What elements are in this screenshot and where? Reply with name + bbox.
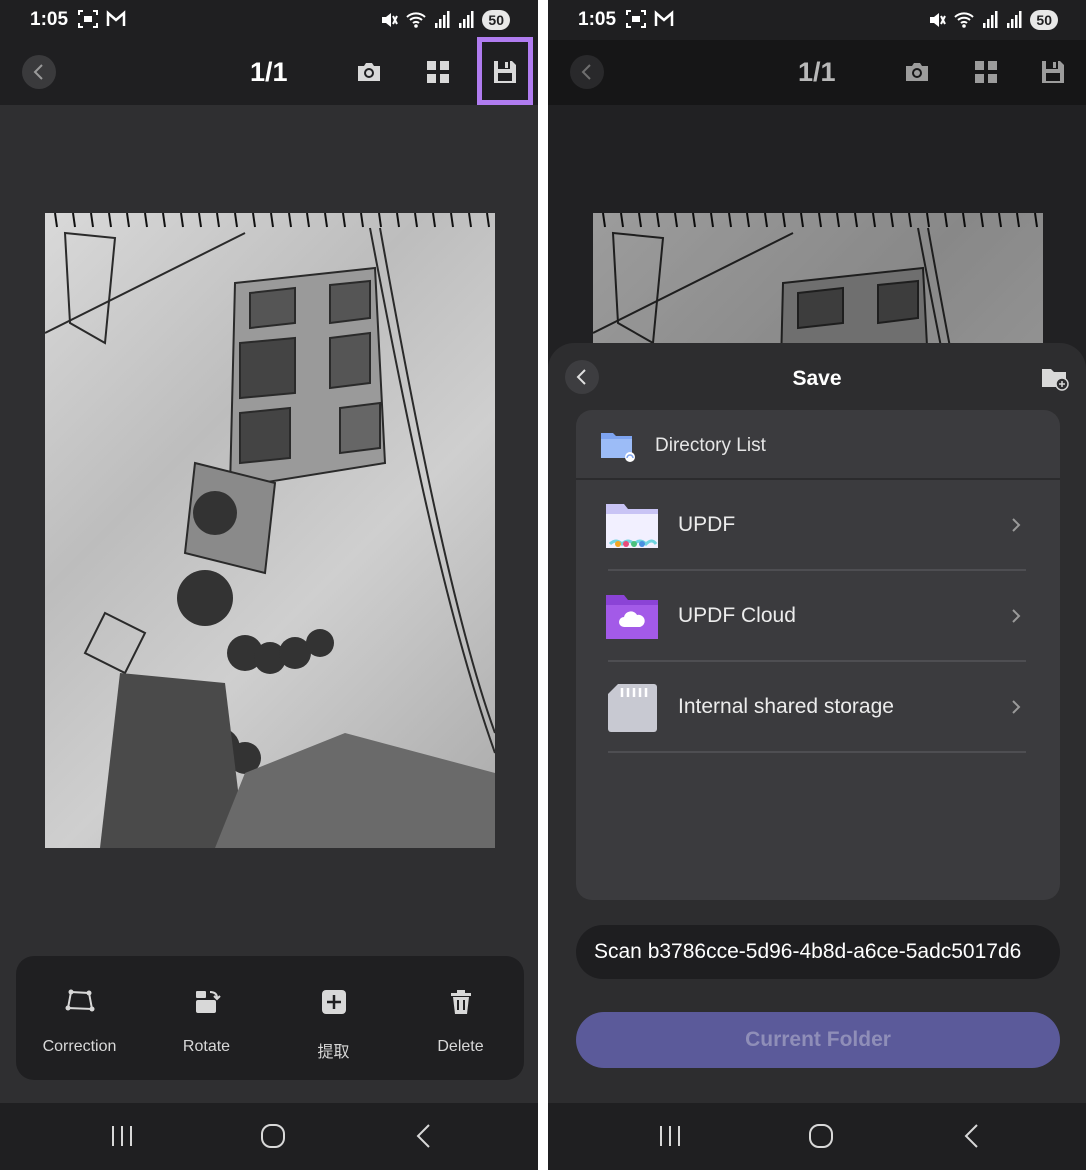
save-bottom-sheet: Save Directory List UPDF UPDF Cloud Inte… (548, 343, 1086, 1103)
screenshot-icon (78, 10, 98, 28)
sheet-title: Save (792, 367, 842, 390)
directory-row-updf-cloud[interactable]: UPDF Cloud (606, 571, 1026, 662)
chevron-right-icon (1012, 700, 1021, 714)
mute-icon (382, 13, 399, 27)
trash-icon (450, 990, 471, 1014)
nav-back-icon[interactable] (962, 1123, 982, 1149)
gmail-icon (654, 10, 674, 26)
extract-button[interactable]: 提取 (270, 956, 397, 1080)
chevron-right-icon (1012, 609, 1021, 623)
add-page-icon (321, 990, 346, 1014)
sketch-drawing-image (45, 213, 495, 848)
back-button[interactable] (22, 55, 56, 89)
recents-icon[interactable] (110, 1123, 134, 1149)
signal-icon (435, 11, 450, 28)
delete-label: Delete (437, 1038, 484, 1055)
cloud-folder-icon (606, 595, 658, 639)
signal-icon (983, 11, 998, 28)
nav-back-icon[interactable] (414, 1123, 434, 1149)
system-nav-bar (0, 1103, 538, 1170)
status-time: 1:05 (578, 9, 617, 30)
directory-list-label: Directory List (655, 435, 766, 456)
new-folder-icon[interactable] (1040, 365, 1070, 391)
filename-input[interactable]: Scan b3786cce-5d96-4b8d-a6ce-5adc5017d6 (576, 925, 1060, 979)
rotate-label: Rotate (182, 1038, 231, 1055)
gmail-icon (106, 10, 126, 26)
directory-row-label: Internal shared storage (678, 695, 894, 718)
correction-button[interactable]: Correction (16, 956, 143, 1080)
wifi-icon (406, 12, 427, 28)
directory-row-updf[interactable]: UPDF (606, 480, 1026, 571)
delete-button[interactable]: Delete (397, 956, 524, 1080)
rotate-icon (195, 991, 221, 1013)
save-dialog-screen: 1:05 50 1/1 Save Directory List UPDF UPD… (548, 0, 1086, 1170)
sd-card-icon (608, 684, 657, 732)
status-bar: 1:05 50 (548, 0, 1086, 40)
chevron-left-icon (33, 64, 43, 80)
scanned-page-image[interactable] (45, 213, 495, 848)
page-counter: 1/1 (250, 57, 288, 87)
mute-icon (930, 13, 947, 27)
recents-icon[interactable] (658, 1123, 682, 1149)
scan-editor-screen: 1:05 50 1/1 Correction Rotate 提取 Delete (0, 0, 538, 1170)
bottom-action-bar: Correction Rotate 提取 Delete (16, 956, 524, 1080)
signal-icon-2 (1007, 11, 1022, 28)
home-icon[interactable] (807, 1123, 835, 1149)
screenshot-icon (626, 10, 646, 28)
top-toolbar: 1/1 (0, 37, 538, 105)
current-folder-button[interactable]: Current Folder (576, 1012, 1060, 1068)
document-preview-area (0, 105, 538, 1103)
crop-correction-icon (65, 989, 94, 1012)
directory-row-internal-storage[interactable]: Internal shared storage (608, 662, 1026, 753)
rotate-button[interactable]: Rotate (143, 956, 270, 1080)
signal-icon-2 (459, 11, 474, 28)
home-icon[interactable] (259, 1123, 287, 1149)
extract-label: 提取 (317, 1044, 350, 1061)
correction-label: Correction (42, 1038, 117, 1055)
updf-folder-icon (606, 504, 658, 548)
battery-indicator: 50 (482, 10, 510, 30)
camera-icon[interactable] (355, 58, 383, 86)
status-time: 1:05 (30, 9, 69, 30)
chevron-right-icon (1012, 518, 1021, 532)
system-nav-bar (548, 1103, 1086, 1170)
directory-list-card: Directory List UPDF UPDF Cloud Internal … (576, 410, 1060, 900)
status-bar: 1:05 50 (0, 0, 538, 40)
directory-row-label: UPDF Cloud (678, 604, 796, 627)
battery-indicator: 50 (1030, 10, 1058, 30)
directory-row-label: UPDF (678, 513, 736, 536)
grid-icon[interactable] (425, 58, 451, 86)
directory-list-header: Directory List (576, 410, 1060, 480)
folder-cloud-icon (601, 433, 635, 462)
save-highlight-box (477, 37, 533, 105)
wifi-icon (954, 12, 975, 28)
